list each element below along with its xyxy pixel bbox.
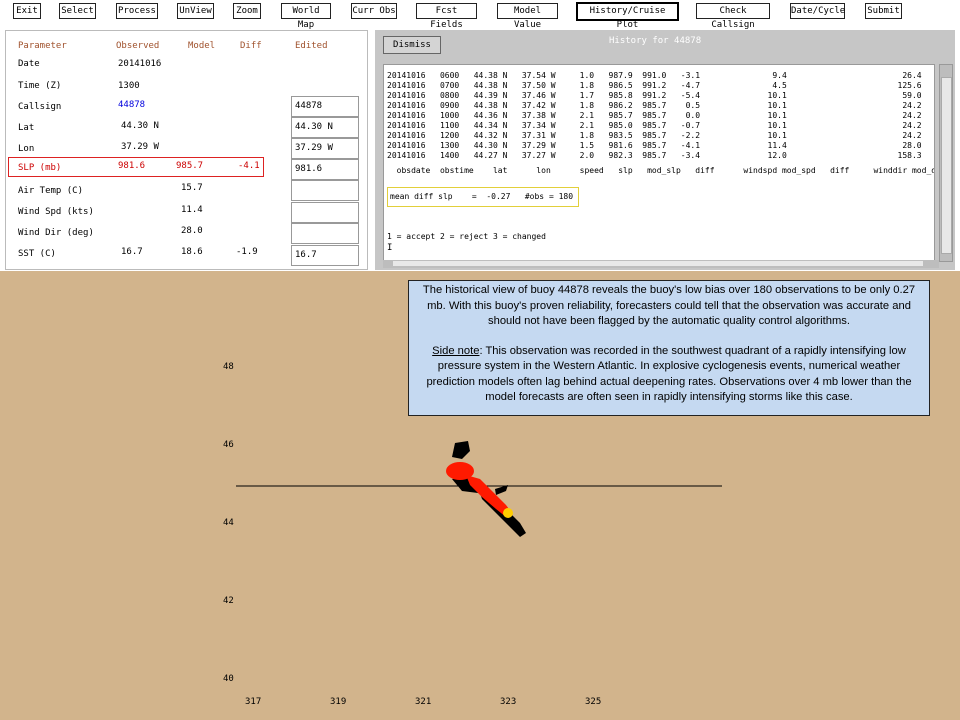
diff-sst: -1.9: [236, 247, 258, 257]
dismiss-button[interactable]: Dismiss: [383, 36, 441, 54]
track-cluster-top: [452, 441, 470, 459]
air-temp-edit-field[interactable]: [291, 180, 359, 201]
param-date: Date: [18, 59, 40, 69]
current-position-marker: [503, 508, 513, 518]
observed-lat: 44.30 N: [121, 121, 159, 131]
lon-edit-value: 37.29 W: [295, 143, 333, 153]
check-callsign-button[interactable]: Check Callsign: [696, 3, 770, 30]
text-cursor-icon: I: [387, 243, 393, 253]
history-row: 20141016 1000 44.36 N 37.38 W 2.1 985.7 …: [387, 111, 922, 120]
horizontal-scrollbar[interactable]: [383, 260, 939, 268]
history-row: 20141016 1200 44.32 N 37.31 W 1.8 983.5 …: [387, 131, 922, 140]
param-wind-spd: Wind Spd (kts): [18, 207, 94, 217]
date-cycle-button[interactable]: Date/Cycle: [790, 3, 845, 19]
exit-button[interactable]: Exit: [13, 3, 41, 19]
param-air-temp: Air Temp (C): [18, 186, 84, 196]
note-paragraph-1: The historical view of buoy 44878 reveal…: [422, 284, 916, 327]
vertical-scrollbar[interactable]: [939, 64, 953, 262]
observed-date: 20141016: [118, 59, 162, 69]
sst-edit-value: 16.7: [295, 250, 317, 260]
history-panel: Dismiss History for 44878 20141016 0600 …: [375, 30, 955, 270]
curr-obs-button[interactable]: Curr Obs: [351, 3, 397, 19]
model-slp: 985.7: [176, 161, 204, 171]
lon-edit-field[interactable]: 37.29 W: [291, 138, 359, 159]
model-sst: 18.6: [181, 247, 203, 257]
model-value-button[interactable]: Model Value: [497, 3, 558, 30]
param-lat: Lat: [18, 123, 35, 133]
world-map-button[interactable]: World Map: [281, 3, 331, 30]
side-note-text: : This observation was recorded in the s…: [426, 344, 912, 404]
model-header: Model: [188, 41, 216, 51]
callsign-edit-field[interactable]: 44878: [291, 96, 359, 117]
model-air-temp: 15.7: [181, 183, 203, 193]
note-paragraph-2: Side note: This observation was recorded…: [415, 344, 923, 406]
param-lon: Lon: [18, 144, 35, 154]
lat-edit-value: 44.30 N: [295, 122, 333, 132]
model-wind-dir: 28.0: [181, 226, 203, 236]
observed-sst: 16.7: [121, 247, 143, 257]
history-row: 20141016 1300 44.30 N 37.29 W 1.5 981.6 …: [387, 141, 922, 150]
process-button[interactable]: Process: [116, 3, 158, 19]
mean-diff-box: mean diff slp = -0.27 #obs = 180: [387, 187, 579, 207]
param-wind-dir: Wind Dir (deg): [18, 228, 94, 238]
mean-diff-text: mean diff slp = -0.27 #obs = 180: [390, 192, 574, 201]
sst-edit-field[interactable]: 16.7: [291, 245, 359, 266]
history-row: 20141016 0900 44.38 N 37.42 W 1.8 986.2 …: [387, 101, 922, 110]
accept-reject-legend: 1 = accept 2 = reject 3 = changed: [387, 232, 546, 241]
wind-dir-edit-field[interactable]: [291, 223, 359, 244]
param-sst: SST (C): [18, 249, 56, 259]
history-row: 20141016 0800 44.39 N 37.46 W 1.7 985.8 …: [387, 91, 922, 100]
callsign-edit-value: 44878: [295, 101, 323, 111]
diff-slp: -4.1: [238, 161, 260, 171]
history-row: 20141016 1400 44.27 N 37.27 W 2.0 982.3 …: [387, 151, 922, 160]
lat-edit-field[interactable]: 44.30 N: [291, 117, 359, 138]
history-row: 20141016 0600 44.38 N 37.54 W 1.0 987.9 …: [387, 71, 922, 80]
scrollbar-thumb[interactable]: [941, 77, 952, 254]
observed-slp: 981.6: [118, 161, 146, 171]
history-row: 20141016 1100 44.34 N 37.34 W 2.1 985.0 …: [387, 121, 922, 130]
history-text-area[interactable]: 20141016 0600 44.38 N 37.54 W 1.0 987.9 …: [383, 64, 935, 268]
observed-lon: 37.29 W: [121, 142, 159, 152]
toolbar: Exit Select Process UnView Zoom World Ma…: [0, 0, 960, 30]
annotation-note: The historical view of buoy 44878 reveal…: [408, 280, 930, 416]
history-title: History for 44878: [609, 36, 702, 46]
zoom-button[interactable]: Zoom: [233, 3, 261, 19]
wind-spd-edit-field[interactable]: [291, 202, 359, 223]
history-column-header: obsdate obstime lat lon speed slp mod_sl…: [387, 166, 935, 175]
edited-header: Edited: [295, 41, 328, 51]
horizontal-scrollbar-thumb[interactable]: [393, 261, 923, 266]
unview-button[interactable]: UnView: [177, 3, 214, 19]
param-callsign: Callsign: [18, 102, 62, 112]
history-row: 20141016 0700 44.38 N 37.50 W 1.8 986.5 …: [387, 81, 922, 90]
observed-callsign: 44878: [118, 100, 146, 110]
observed-time: 1300: [118, 81, 140, 91]
submit-button[interactable]: Submit: [865, 3, 902, 19]
model-wind-spd: 11.4: [181, 205, 203, 215]
history-cruise-plot-button[interactable]: History/Cruise Plot: [576, 2, 679, 30]
slp-edit-field[interactable]: 981.6: [291, 159, 359, 180]
parameter-header: Parameter: [18, 41, 67, 51]
side-note-label: Side note: [432, 344, 480, 357]
observation-panel: Parameter Observed Model Diff Edited Dat…: [5, 30, 368, 270]
param-slp: SLP (mb): [18, 163, 62, 173]
select-button[interactable]: Select: [59, 3, 96, 19]
slp-edit-value: 981.6: [295, 164, 323, 174]
diff-header: Diff: [240, 41, 262, 51]
param-time: Time (Z): [18, 81, 62, 91]
fcst-fields-button[interactable]: Fcst Fields: [416, 3, 477, 30]
history-rows: 20141016 0600 44.38 N 37.54 W 1.0 987.9 …: [387, 71, 922, 161]
observed-header: Observed: [116, 41, 160, 51]
